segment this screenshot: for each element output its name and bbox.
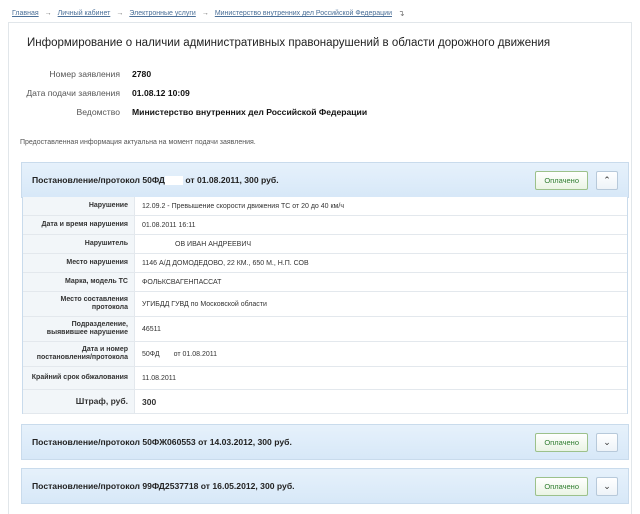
agency-name: Министерство внутренних дел Российской Ф…: [132, 107, 368, 117]
detail-value: 11.08.2011: [142, 374, 176, 382]
detail-value: 12.09.2 - Превышение скорости движения Т…: [142, 202, 344, 210]
detail-row: Дата и время нарушения 01.08.2011 16:11: [23, 216, 627, 235]
breadcrumb-cabinet[interactable]: Личный кабинет: [58, 10, 111, 17]
detail-label: Место нарушения: [23, 254, 135, 272]
chevron-down-icon[interactable]: ⌄: [596, 476, 618, 496]
panel-title: Постановление/протокол 99ФД2537718 от 16…: [32, 481, 295, 491]
detail-label: Штраф, руб.: [23, 390, 135, 413]
detail-label: Крайний срок обжалования: [23, 367, 135, 389]
chevron-up-icon[interactable]: ⌃: [596, 170, 618, 190]
detail-label: Дата и время нарушения: [23, 216, 135, 234]
status-badge: Оплачено: [535, 170, 588, 190]
page-title: Информирование о наличии административны…: [27, 37, 551, 49]
detail-row: Нарушитель ОВ ИВАН АНДРЕЕВИЧ: [23, 235, 627, 254]
fine-amount: 300: [142, 396, 157, 407]
detail-label: Место составления протокола: [23, 292, 135, 316]
detail-label: Подразделение, выявившее нарушение: [23, 317, 135, 341]
arrow-right-icon: →: [116, 10, 124, 17]
detail-label: Дата и номер постановления/протокола: [23, 342, 135, 366]
meta-label: Ведомство: [76, 107, 120, 117]
violation-panel: Постановление/протокол 50ФЖ060553 от 14.…: [21, 424, 629, 460]
detail-value: 46511: [142, 325, 161, 333]
detail-value: 01.08.2011 16:11: [142, 221, 196, 229]
detail-row: Подразделение, выявившее нарушение 46511: [23, 317, 627, 342]
application-date: 01.08.12 10:09: [132, 88, 190, 98]
violation-panel: Постановление/протокол 99ФД2537718 от 16…: [21, 468, 629, 504]
meta-row-number: Номер заявления 2780: [0, 69, 600, 79]
redaction-mask: [159, 349, 174, 359]
status-badge: Оплачено: [535, 476, 588, 496]
arrow-right-icon: →: [201, 10, 209, 17]
arrow-right-icon: →: [44, 10, 52, 17]
status-badge: Оплачено: [535, 432, 588, 452]
detail-value: 1146 А/Д ДОМОДЕДОВО, 22 КМ., 650 М., Н.П…: [142, 259, 309, 267]
detail-row: Место составления протокола УГИБДД ГУВД …: [23, 292, 627, 317]
meta-row-agency: Ведомство Министерство внутренних дел Ро…: [0, 107, 600, 117]
breadcrumb-services[interactable]: Электронные услуги: [129, 10, 195, 17]
detail-value: ФОЛЬКСВАГЕНПАССАТ: [142, 278, 222, 286]
panel-title: Постановление/протокол 50ФЖ060553 от 14.…: [32, 437, 292, 447]
detail-label: Нарушитель: [23, 235, 135, 253]
application-number: 2780: [132, 69, 152, 79]
meta-label: Дата подачи заявления: [26, 88, 120, 98]
detail-row: Крайний срок обжалования 11.08.2011: [23, 367, 627, 390]
detail-label: Нарушение: [23, 197, 135, 215]
detail-row: Нарушение 12.09.2 - Превышение скорости …: [23, 197, 627, 216]
detail-row: Место нарушения 1146 А/Д ДОМОДЕДОВО, 22 …: [23, 254, 627, 273]
meta-label: Номер заявления: [49, 69, 120, 79]
breadcrumb-ministry[interactable]: Министерство внутренних дел Российской Ф…: [215, 10, 392, 17]
breadcrumb: Главная → Личный кабинет → Электронные у…: [12, 9, 405, 18]
detail-value: 50ФД от 01.08.2011: [142, 349, 218, 359]
chevron-down-icon[interactable]: ⌄: [596, 432, 618, 452]
breadcrumb-home[interactable]: Главная: [12, 10, 39, 17]
info-note: Предоставленная информация актуальна на …: [20, 139, 256, 146]
detail-value: УГИБДД ГУВД по Московской области: [142, 300, 267, 308]
panel-title: Постановление/протокол 50ФД от 01.08.201…: [32, 174, 279, 186]
detail-row: Дата и номер постановления/протокола 50Ф…: [23, 342, 627, 367]
detail-value: ОВ ИВАН АНДРЕЕВИЧ: [175, 240, 252, 248]
return-arrow-icon: ↴: [397, 9, 405, 18]
meta-row-date: Дата подачи заявления 01.08.12 10:09: [0, 88, 600, 98]
fine-row: Штраф, руб. 300: [23, 390, 627, 414]
detail-row: Марка, модель ТС ФОЛЬКСВАГЕНПАССАТ: [23, 273, 627, 292]
violation-panel: Постановление/протокол 50ФД от 01.08.201…: [21, 162, 629, 198]
violation-details: Нарушение 12.09.2 - Превышение скорости …: [22, 197, 628, 414]
redaction-mask: [164, 176, 183, 186]
detail-label: Марка, модель ТС: [23, 273, 135, 291]
